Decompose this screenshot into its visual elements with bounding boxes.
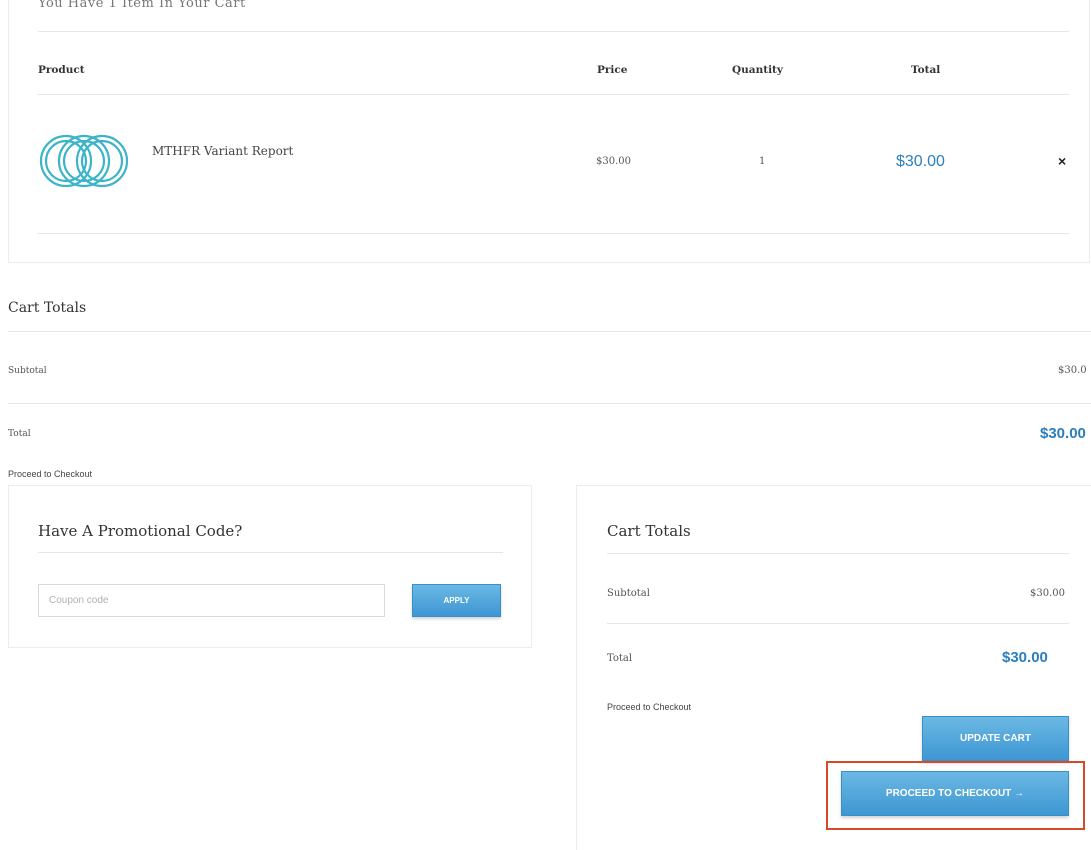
divider — [8, 403, 1091, 404]
subtotal-label: Subtotal — [8, 366, 47, 376]
interlocking-rings-logo-icon[interactable] — [38, 130, 130, 192]
cart-table-panel — [8, 0, 1090, 263]
divider — [8, 331, 1091, 332]
item-line-total: $30.00 — [896, 153, 945, 170]
divider — [607, 623, 1069, 624]
promo-title: Have A Promotional Code? — [38, 522, 243, 540]
divider — [38, 552, 503, 553]
cart-totals-title: Cart Totals — [8, 300, 87, 316]
divider — [607, 553, 1069, 554]
column-header-product: Product — [38, 64, 85, 76]
total-value: $30.00 — [1040, 425, 1086, 442]
box-total-label: Total — [607, 653, 633, 664]
proceed-to-checkout-link[interactable]: Proceed to Checkout — [8, 469, 92, 479]
column-header-total: Total — [911, 64, 941, 76]
divider — [38, 233, 1069, 234]
box-total-value: $30.00 — [1002, 649, 1048, 666]
promo-code-panel — [8, 485, 532, 648]
divider — [38, 94, 1069, 95]
coupon-code-input[interactable] — [38, 584, 385, 617]
cart-totals-box-title: Cart Totals — [607, 522, 691, 540]
box-subtotal-label: Subtotal — [607, 588, 650, 599]
apply-coupon-button[interactable]: APPLY — [412, 584, 501, 617]
proceed-to-checkout-button[interactable]: PROCEED TO CHECKOUT → — [841, 771, 1069, 816]
item-price: $30.00 — [596, 156, 631, 167]
update-cart-button[interactable]: UPDATE CART — [922, 716, 1069, 761]
remove-item-close-icon[interactable]: × — [1058, 153, 1066, 169]
product-name-link[interactable]: MTHFR Variant Report — [152, 144, 293, 158]
item-quantity[interactable]: 1 — [759, 156, 765, 167]
box-subtotal-value: $30.00 — [1030, 588, 1065, 599]
box-proceed-label: Proceed to Checkout — [607, 702, 692, 712]
subtotal-value: $30.0 — [1058, 365, 1087, 376]
cart-heading: You Have 1 Item In Your Cart — [38, 0, 246, 11]
divider — [38, 31, 1069, 32]
column-header-price: Price — [597, 64, 628, 76]
total-label: Total — [8, 429, 31, 439]
column-header-quantity: Quantity — [732, 64, 784, 76]
